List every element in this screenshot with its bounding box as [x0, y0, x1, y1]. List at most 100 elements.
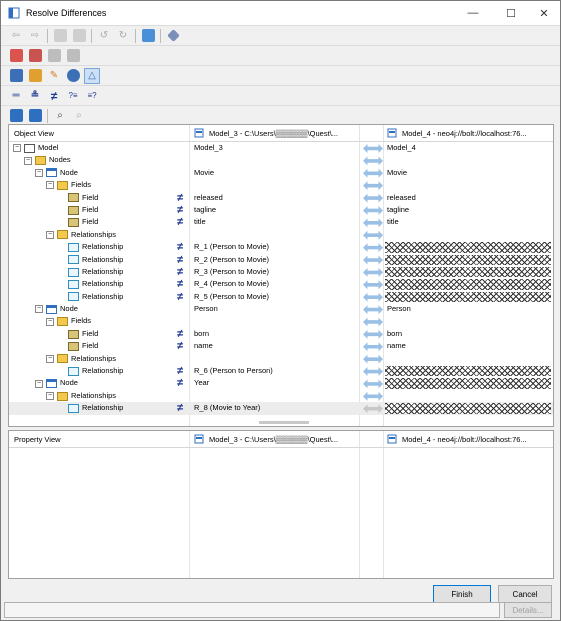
collapse-toggle[interactable]: − — [35, 305, 43, 314]
merge-arrows-icon[interactable] — [361, 267, 385, 277]
tree-row[interactable]: Relationship ≠ R_6 (Person to Person) — [9, 365, 553, 377]
copy-to-left-arrow-icon[interactable] — [363, 367, 373, 377]
merge-arrows-icon[interactable] — [361, 292, 385, 302]
merge-arrows-icon[interactable] — [361, 168, 385, 178]
copy-to-left-arrow-icon[interactable] — [363, 144, 373, 153]
collapse-toggle[interactable]: − — [46, 181, 54, 190]
copy-to-left-arrow-icon[interactable] — [363, 329, 373, 339]
pencil-icon[interactable]: ✎ — [46, 68, 62, 84]
copy-to-left-arrow-icon[interactable] — [363, 317, 373, 327]
undo-icon[interactable]: ↺ — [96, 28, 112, 44]
show-right-only-icon[interactable]: ≡? — [84, 88, 100, 104]
copy-to-right-arrow-icon[interactable] — [373, 404, 383, 414]
compare-right-icon[interactable] — [46, 48, 62, 64]
close-button[interactable]: ✕ — [527, 1, 561, 25]
copy-to-right-arrow-icon[interactable] — [373, 255, 383, 265]
right-model-header[interactable]: Model_4 - neo4j://bolt://localhost:76... — [387, 434, 527, 444]
compare-left-icon[interactable] — [27, 48, 43, 64]
copy-to-left-arrow-icon[interactable] — [363, 230, 373, 240]
copy-to-left-arrow-icon[interactable] — [363, 168, 373, 178]
tree-row[interactable]: Relationship ≠ R_8 (Movie to Year) — [9, 402, 553, 415]
save-icon[interactable] — [8, 68, 24, 84]
tree-row[interactable]: Field ≠ born born — [9, 328, 553, 340]
filter-icon[interactable] — [65, 68, 81, 84]
merge-arrows-icon[interactable] — [361, 317, 385, 327]
tree-row[interactable]: − Relationships — [9, 229, 553, 241]
tree-row[interactable]: − Fields — [9, 179, 553, 191]
find-next-icon[interactable]: ⌕ — [71, 108, 87, 124]
merge-arrows-icon[interactable] — [361, 354, 385, 364]
tree-row[interactable]: − Node Movie Movie — [9, 167, 553, 179]
minimize-button[interactable]: — — [456, 1, 490, 25]
tree-row[interactable]: Field ≠ tagline tagline — [9, 204, 553, 216]
right-model-header[interactable]: Model_4 - neo4j://bolt://localhost:76... — [387, 128, 527, 138]
merge-arrows-icon[interactable] — [361, 342, 385, 352]
copy-to-right-arrow-icon[interactable] — [373, 267, 383, 277]
copy-right-icon[interactable] — [71, 28, 87, 44]
copy-to-left-arrow-icon[interactable] — [363, 342, 373, 352]
copy-to-right-arrow-icon[interactable] — [373, 218, 383, 228]
copy-to-right-arrow-icon[interactable] — [373, 144, 383, 153]
left-model-header[interactable]: Model_3 - C:\Users\▒▒▒▒▒▒\Quest\... — [194, 128, 338, 138]
copy-left-icon[interactable] — [52, 28, 68, 44]
tree-row[interactable]: Relationship ≠ R_5 (Person to Movie) — [9, 291, 553, 303]
copy-to-right-arrow-icon[interactable] — [373, 317, 383, 327]
merge-arrows-icon[interactable] — [361, 243, 385, 253]
redo-icon[interactable]: ↻ — [115, 28, 131, 44]
copy-to-right-arrow-icon[interactable] — [373, 342, 383, 352]
copy-to-left-arrow-icon[interactable] — [363, 255, 373, 265]
copy-to-right-arrow-icon[interactable] — [373, 305, 383, 315]
copy-to-left-arrow-icon[interactable] — [363, 305, 373, 315]
copy-to-right-arrow-icon[interactable] — [373, 168, 383, 178]
tree-row[interactable]: − Fields — [9, 315, 553, 327]
copy-to-left-arrow-icon[interactable] — [363, 156, 373, 166]
next-difference-icon[interactable] — [27, 108, 43, 124]
copy-to-right-arrow-icon[interactable] — [373, 280, 383, 290]
copy-to-right-arrow-icon[interactable] — [373, 292, 383, 302]
merge-arrows-icon[interactable] — [361, 391, 385, 401]
copy-to-right-arrow-icon[interactable] — [373, 391, 383, 401]
details-button[interactable]: Details... — [504, 602, 552, 618]
copy-to-left-arrow-icon[interactable] — [363, 391, 373, 401]
triangle-filter-icon[interactable]: △ — [84, 67, 100, 84]
splitter-handle[interactable] — [259, 421, 309, 424]
maximize-button[interactable]: ☐ — [494, 1, 528, 25]
copy-to-left-arrow-icon[interactable] — [363, 243, 373, 253]
copy-to-right-arrow-icon[interactable] — [373, 379, 383, 389]
copy-to-right-arrow-icon[interactable] — [373, 205, 383, 215]
merge-arrows-icon[interactable] — [361, 181, 385, 191]
back-arrow-icon[interactable]: ⇦ — [8, 28, 24, 44]
collapse-toggle[interactable]: − — [13, 144, 21, 153]
merge-arrows-icon[interactable] — [361, 280, 385, 290]
previous-difference-icon[interactable] — [8, 108, 24, 124]
copy-to-left-arrow-icon[interactable] — [363, 205, 373, 215]
copy-to-left-arrow-icon[interactable] — [363, 292, 373, 302]
tree-row[interactable]: Field ≠ name name — [9, 340, 553, 352]
collapse-toggle[interactable]: − — [46, 317, 54, 326]
tree-row[interactable]: Field ≠ title title — [9, 216, 553, 228]
left-model-header[interactable]: Model_3 - C:\Users\▒▒▒▒▒▒\Quest\... — [194, 434, 338, 444]
show-equal-icon[interactable]: ═ — [8, 88, 24, 104]
collapse-toggle[interactable]: − — [35, 168, 43, 177]
find-icon[interactable]: ⌕ — [52, 108, 68, 124]
merge-arrows-icon[interactable] — [361, 230, 385, 240]
cancel-button[interactable]: Cancel — [498, 585, 552, 603]
show-equal-edit-icon[interactable]: ≗ — [27, 88, 43, 104]
compare-models-icon[interactable] — [8, 48, 24, 64]
copy-to-right-arrow-icon[interactable] — [373, 181, 383, 191]
eraser-icon[interactable] — [165, 28, 181, 44]
merge-arrows-icon[interactable] — [361, 156, 385, 166]
merge-arrows-icon[interactable] — [361, 255, 385, 265]
show-left-only-icon[interactable]: ?≡ — [65, 88, 81, 104]
tree-row[interactable]: Relationship ≠ R_3 (Person to Movie) — [9, 266, 553, 278]
merge-arrows-icon[interactable] — [361, 205, 385, 215]
collapse-toggle[interactable]: − — [35, 379, 43, 388]
tree-row[interactable]: Relationship ≠ R_2 (Person to Movie) — [9, 254, 553, 266]
copy-to-left-arrow-icon[interactable] — [363, 280, 373, 290]
tree-row[interactable]: − Relationships — [9, 353, 553, 365]
copy-to-left-arrow-icon[interactable] — [363, 218, 373, 228]
tree-row[interactable]: Relationship ≠ R_4 (Person to Movie) — [9, 278, 553, 290]
copy-to-left-arrow-icon[interactable] — [363, 193, 373, 203]
forward-arrow-icon[interactable]: ⇨ — [27, 28, 43, 44]
collapse-toggle[interactable]: − — [46, 392, 54, 400]
